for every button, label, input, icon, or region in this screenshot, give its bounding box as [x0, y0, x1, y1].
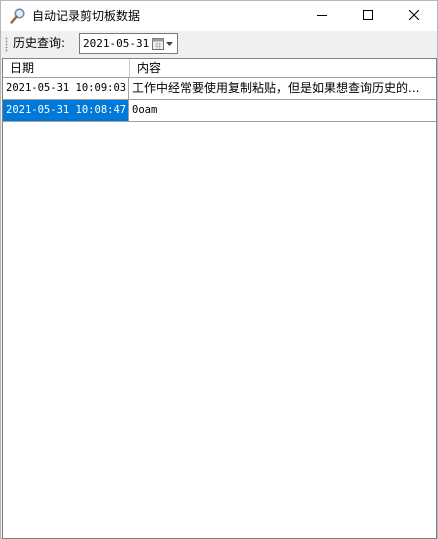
row-content-cell[interactable]: 工作中经常要使用复制粘贴，但是如果想查询历史的...: [130, 78, 436, 99]
row-content-cell[interactable]: 0oam: [130, 100, 436, 121]
table-row[interactable]: 2021-05-31 10:08:47 0oam: [3, 100, 436, 122]
column-header-content[interactable]: 内容: [130, 59, 436, 77]
date-picker[interactable]: 2021-05-31: [79, 33, 178, 54]
search-icon: [9, 7, 27, 25]
title-bar[interactable]: 自动记录剪切板数据: [1, 1, 437, 31]
clipboard-history-grid[interactable]: 日期 内容 2021-05-31 10:09:03 工作中经常要使用复制粘贴，但…: [2, 58, 437, 539]
toolbar-grip[interactable]: [5, 37, 8, 52]
date-picker-value[interactable]: 2021-05-31: [83, 37, 149, 51]
grid-header: 日期 内容: [3, 59, 436, 78]
table-row[interactable]: 2021-05-31 10:09:03 工作中经常要使用复制粘贴，但是如果想查询…: [3, 78, 436, 100]
toolbar: 历史查询: 2021-05-31: [1, 31, 437, 57]
column-header-date[interactable]: 日期: [3, 59, 130, 77]
minimize-icon: [317, 9, 327, 23]
row-date-cell[interactable]: 2021-05-31 10:09:03: [3, 78, 129, 99]
maximize-icon: [363, 9, 373, 23]
calendar-icon[interactable]: [151, 36, 177, 52]
maximize-button[interactable]: [345, 1, 391, 31]
window-title: 自动记录剪切板数据: [32, 9, 141, 23]
row-date-cell[interactable]: 2021-05-31 10:08:47: [3, 100, 129, 121]
close-button[interactable]: [391, 1, 437, 31]
history-query-label: 历史查询:: [13, 36, 66, 50]
minimize-button[interactable]: [299, 1, 345, 31]
main-window: 自动记录剪切板数据 历史查询: 2021-05-31 日期 内容 2021-05…: [0, 0, 438, 539]
close-icon: [408, 9, 420, 23]
